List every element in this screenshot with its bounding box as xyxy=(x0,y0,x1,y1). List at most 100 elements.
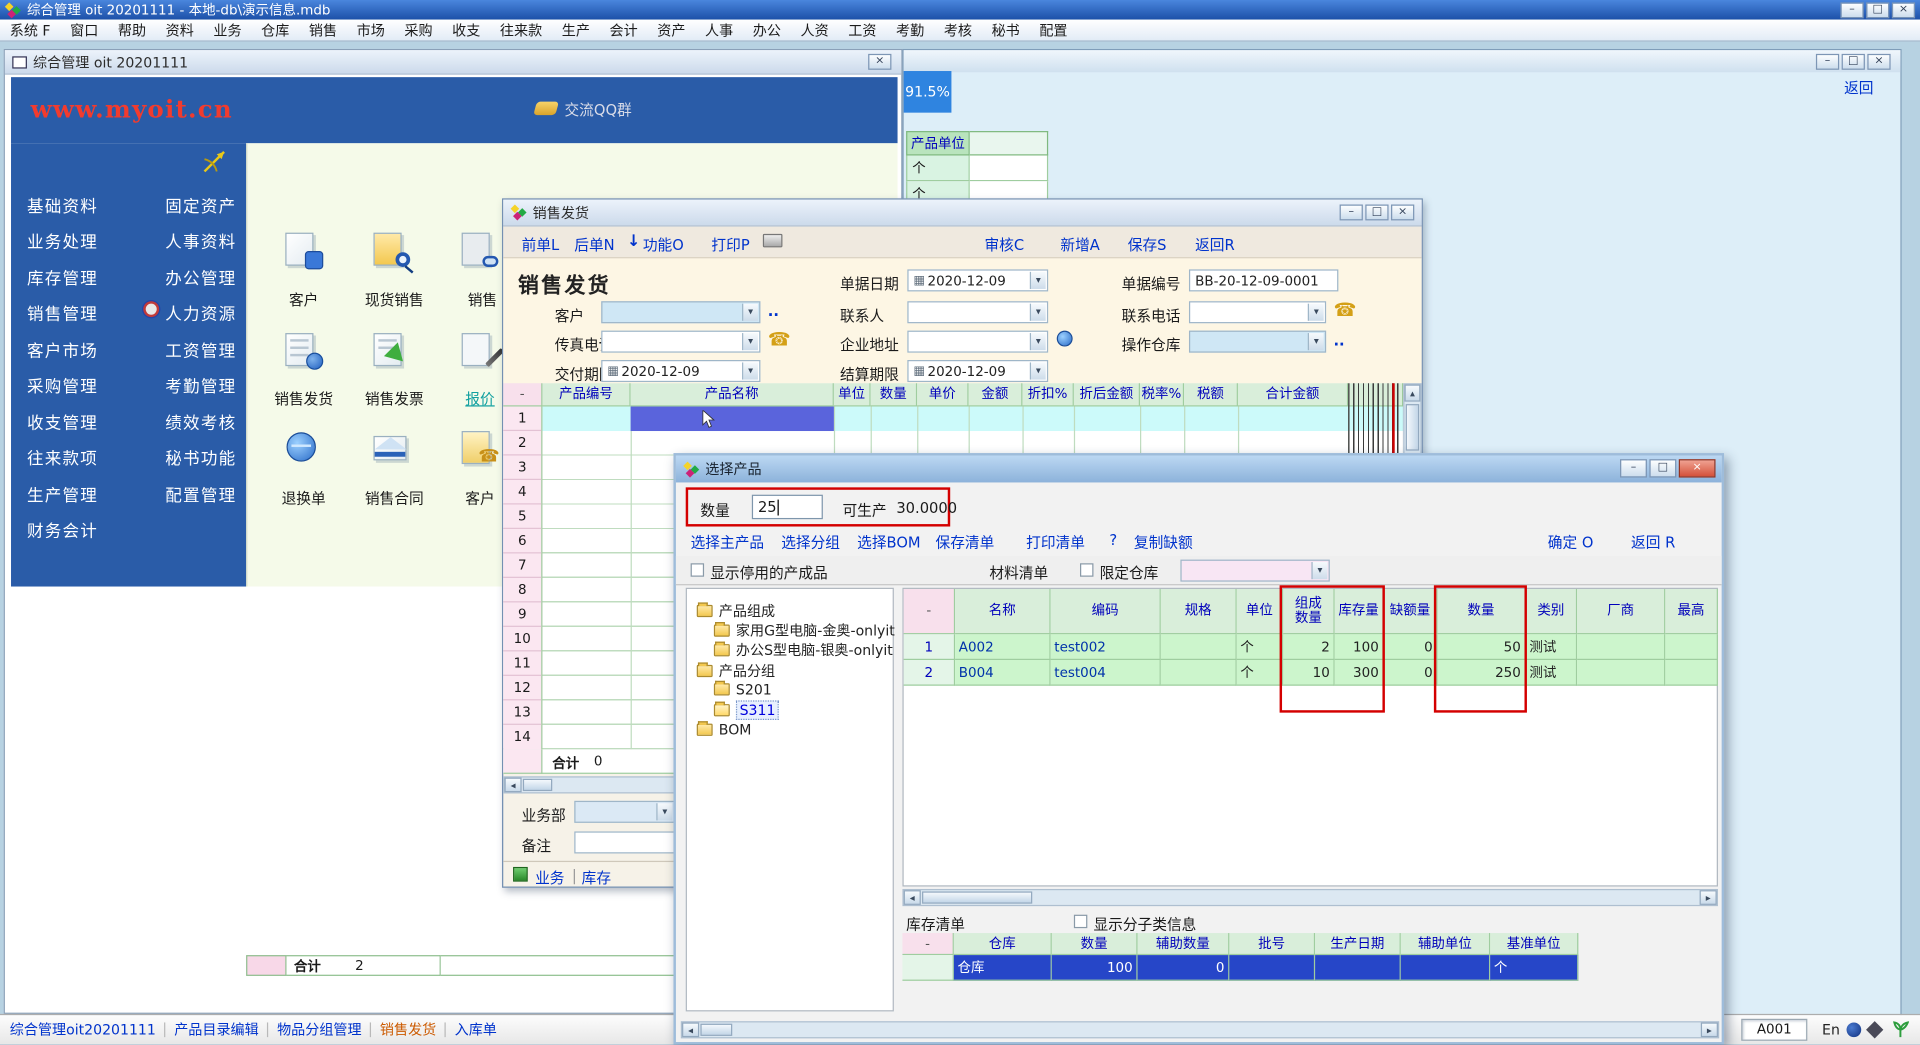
select-bom-link[interactable]: 选择BOM xyxy=(857,531,920,552)
doc-no-field[interactable]: BB-20-12-09-0001 xyxy=(1189,269,1338,291)
confirm-button[interactable]: 确定 O xyxy=(1548,531,1594,552)
customer-more-button[interactable]: .. xyxy=(768,302,779,319)
menu-hr[interactable]: 人事 xyxy=(695,20,743,40)
selected-cell[interactable] xyxy=(631,407,834,431)
dialog-hscrollbar[interactable]: ◂ ▸ xyxy=(681,1021,1719,1038)
spot-sales-icon[interactable] xyxy=(370,231,412,270)
menu-secretary[interactable]: 秘书 xyxy=(982,20,1030,40)
help-link[interactable]: ? xyxy=(1109,531,1117,548)
menu-window[interactable]: 窗口 xyxy=(60,20,108,40)
tree-node-s311-selected[interactable]: S311 xyxy=(714,700,779,720)
sidebar-item-base-data[interactable]: 基础资料 xyxy=(27,192,98,216)
close-icon[interactable]: × xyxy=(868,54,891,70)
menu-assets[interactable]: 资产 xyxy=(647,20,695,40)
menu-business[interactable]: 业务 xyxy=(204,20,252,40)
qq-group-link[interactable]: 交流QQ群 xyxy=(564,99,631,120)
unit-cell[interactable]: 个 xyxy=(906,156,970,182)
shortcut-sales-invoice[interactable]: 销售发票 xyxy=(350,388,438,409)
sidebar-item-finance[interactable]: 财务会计 xyxy=(27,517,98,541)
customer-select[interactable] xyxy=(601,301,760,323)
tree-node-s201[interactable]: S201 xyxy=(714,681,772,698)
statusbar-link-grouping[interactable]: 物品分组管理 xyxy=(277,1020,361,1040)
menu-market[interactable]: 市场 xyxy=(347,20,395,40)
sidebar-item-hr-data[interactable]: 人事资料 xyxy=(165,228,236,252)
sidebar-item-customers[interactable]: 客户市场 xyxy=(27,337,98,361)
shortcut-spot-sales[interactable]: 现货销售 xyxy=(355,289,433,310)
quotation-icon[interactable] xyxy=(458,332,500,371)
tree-node-bom[interactable]: BOM xyxy=(697,721,752,738)
tray-icon[interactable] xyxy=(1866,1021,1883,1038)
ime-icon[interactable] xyxy=(1847,1022,1862,1037)
shortcut-return-order[interactable]: 退换单 xyxy=(264,487,342,508)
product-table-hscrollbar[interactable]: ◂ ▸ xyxy=(902,889,1718,906)
settle-date-field[interactable]: 2020-12-09 xyxy=(907,360,1048,382)
phone-select[interactable] xyxy=(1189,301,1326,323)
sidebar-item-payments[interactable]: 收支管理 xyxy=(27,409,98,433)
sidebar-item-business[interactable]: 业务处理 xyxy=(27,228,98,252)
minimize-icon[interactable]: – xyxy=(1840,2,1863,18)
tree-node-grouping[interactable]: 产品分组 xyxy=(697,661,775,681)
deliver-date-field[interactable]: 2020-12-09 xyxy=(601,360,760,382)
sales-delivery-icon[interactable] xyxy=(282,332,324,371)
print-list-link[interactable]: 打印清单 xyxy=(1026,531,1085,552)
sidebar-item-config[interactable]: 配置管理 xyxy=(165,481,236,505)
statusbar-link-sales-delivery[interactable]: 销售发货 xyxy=(380,1020,436,1040)
customer2-icon[interactable]: ☎ xyxy=(458,430,500,469)
menu-attendance[interactable]: 考勤 xyxy=(886,20,934,40)
site-link[interactable]: www.myoit.cn xyxy=(31,94,233,123)
add-button[interactable]: 新增A xyxy=(1060,234,1099,255)
statusbar-link-catalog[interactable]: 产品目录编辑 xyxy=(174,1020,258,1040)
limit-warehouse-checkbox[interactable] xyxy=(1080,563,1093,576)
qty-input[interactable]: 25 xyxy=(752,495,823,519)
shortcut-quotation[interactable]: 报价 xyxy=(451,388,510,409)
sidebar-item-secretary[interactable]: 秘书功能 xyxy=(165,444,236,468)
doc-date-field[interactable]: 2020-12-09 xyxy=(907,269,1048,291)
menu-accounting[interactable]: 会计 xyxy=(600,20,648,40)
maximize-icon[interactable]: □ xyxy=(1649,459,1676,477)
copy-shortage-link[interactable]: 复制缺额 xyxy=(1134,531,1193,552)
maximize-icon[interactable]: □ xyxy=(1365,204,1388,220)
statusbar-link-main[interactable]: 综合管理oit20201111 xyxy=(10,1020,156,1040)
shortcut-sales-delivery[interactable]: 销售发货 xyxy=(260,388,348,409)
statusbar-link-inbound[interactable]: 入库单 xyxy=(455,1020,497,1040)
close-icon[interactable]: × xyxy=(1391,204,1414,220)
contact-select[interactable] xyxy=(907,301,1048,323)
maximize-icon[interactable]: □ xyxy=(1866,2,1889,18)
shortcut-sales-contract[interactable]: 销售合同 xyxy=(350,487,438,508)
menu-help[interactable]: 帮助 xyxy=(108,20,156,40)
address-select[interactable] xyxy=(907,331,1048,353)
sidebar-item-inventory[interactable]: 库存管理 xyxy=(27,264,98,288)
warehouse-more-button[interactable]: .. xyxy=(1333,332,1344,349)
tree-node-home-pc[interactable]: 家用G型电脑-金奥-onlyit xyxy=(714,621,895,641)
prev-doc-button[interactable]: 前单L xyxy=(522,234,560,255)
printer-icon[interactable] xyxy=(763,234,783,247)
tab-inventory[interactable]: 库存 xyxy=(582,867,611,888)
back-button[interactable]: 返回R xyxy=(1195,234,1235,255)
close-icon[interactable]: × xyxy=(1892,2,1915,18)
print-button[interactable]: 打印P xyxy=(711,234,749,255)
maximize-icon[interactable]: □ xyxy=(1842,54,1865,70)
sidebar-item-sales[interactable]: 销售管理 xyxy=(27,300,98,324)
sidebar-item-human-resource[interactable]: 人力资源 xyxy=(165,300,236,324)
menu-salary[interactable]: 工资 xyxy=(839,20,887,40)
menu-system[interactable]: 系统 F xyxy=(0,20,60,40)
fax-select[interactable] xyxy=(601,331,760,353)
return-button[interactable]: 返回 R xyxy=(1631,531,1675,552)
save-list-link[interactable]: 保存清单 xyxy=(936,531,995,552)
audit-button[interactable]: 审核C xyxy=(984,234,1024,255)
sales-invoice-icon[interactable] xyxy=(370,332,412,371)
sales-icon[interactable] xyxy=(458,231,500,270)
warehouse-select[interactable] xyxy=(1189,331,1326,353)
menu-payments[interactable]: 收支 xyxy=(442,20,490,40)
menu-sales[interactable]: 销售 xyxy=(299,20,347,40)
tree-node-office-pc[interactable]: 办公S型电脑-银奥-onlyit xyxy=(714,640,893,660)
shortcut-customer2[interactable]: 客户 xyxy=(451,487,510,508)
warehouse-filter-select[interactable] xyxy=(1180,560,1329,582)
return-order-icon[interactable] xyxy=(282,430,324,469)
tree-node-composition[interactable]: 产品组成 xyxy=(697,601,775,621)
sidebar-item-fixed-assets[interactable]: 固定资产 xyxy=(165,192,236,216)
language-indicator[interactable]: En xyxy=(1822,1021,1840,1038)
menu-warehouse[interactable]: 仓库 xyxy=(251,20,299,40)
menu-accounts[interactable]: 往来款 xyxy=(490,20,552,40)
show-subclass-checkbox[interactable] xyxy=(1074,915,1087,928)
